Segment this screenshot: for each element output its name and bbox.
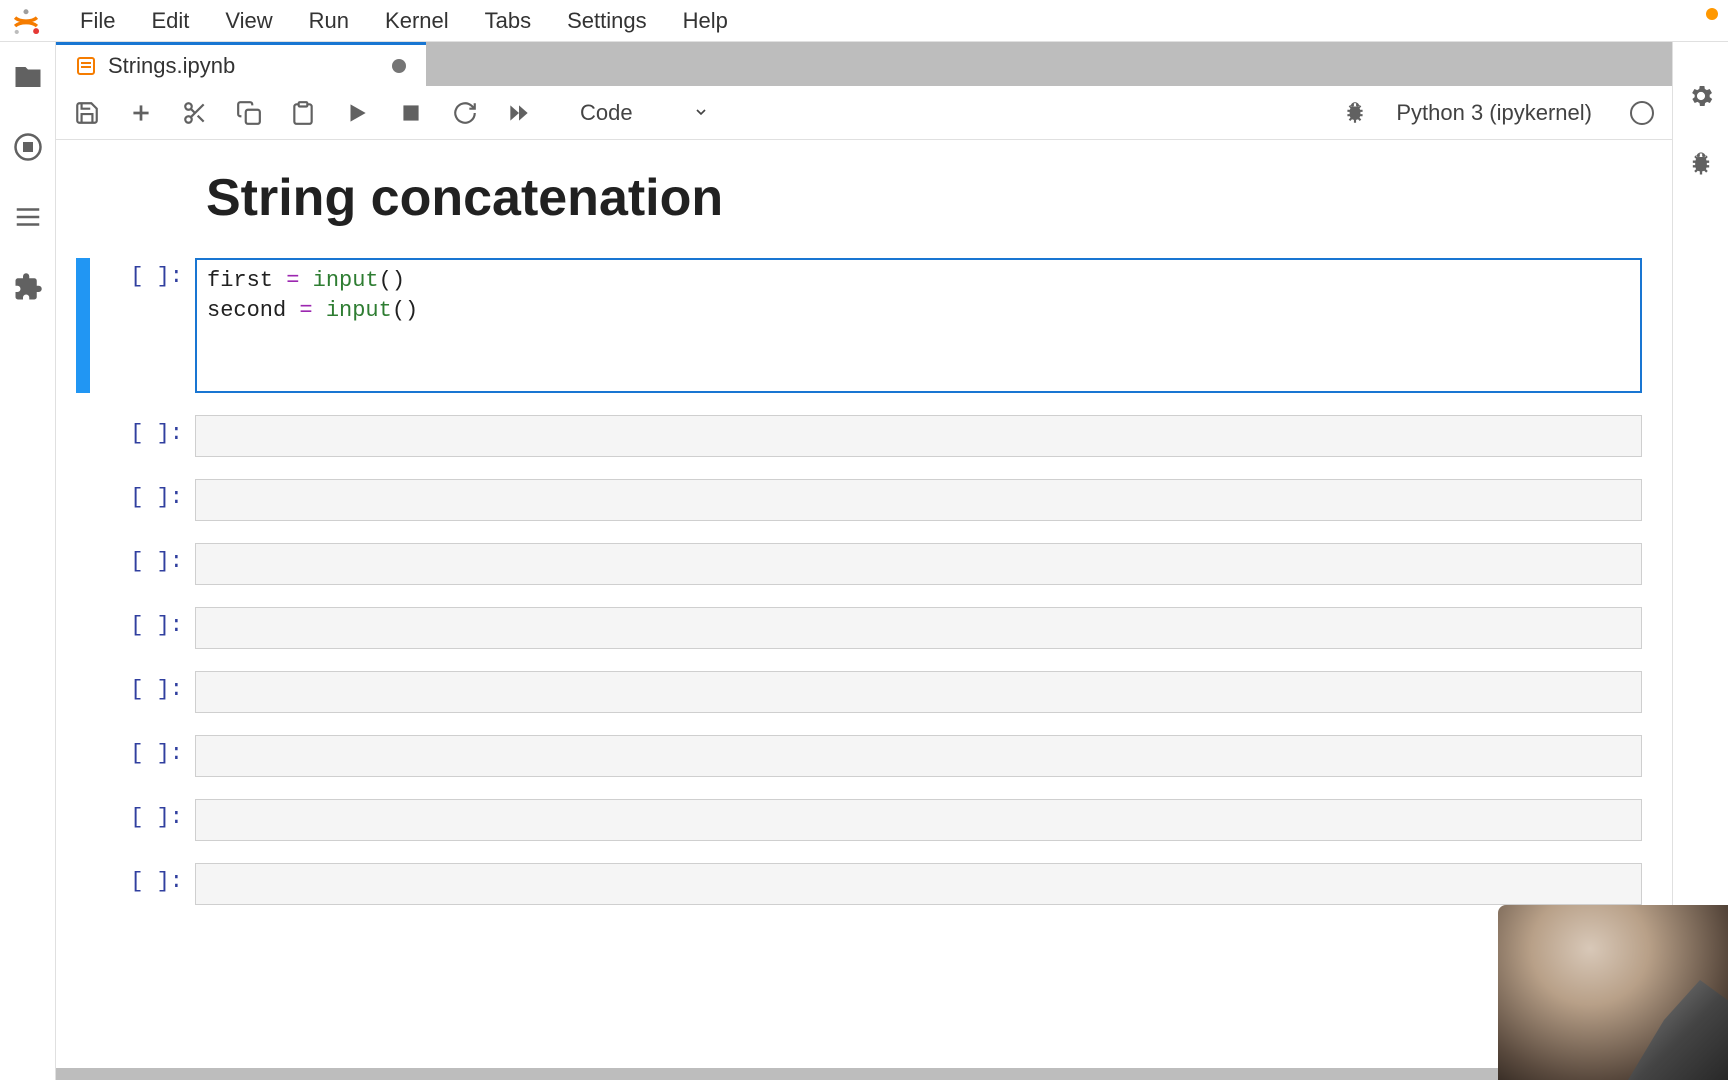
left-sidebar	[0, 42, 56, 1080]
cell-type-dropdown[interactable]: Code	[570, 96, 719, 130]
code-cell[interactable]: [ ]:	[76, 607, 1642, 649]
cell-type-value: Code	[580, 100, 633, 126]
menu-view[interactable]: View	[207, 0, 290, 42]
code-editor[interactable]	[195, 415, 1642, 457]
folder-icon[interactable]	[13, 62, 43, 92]
cell-prompt: [ ]:	[90, 543, 195, 585]
notebook-icon	[76, 56, 96, 76]
markdown-heading: String concatenation	[206, 168, 1642, 228]
menu-settings[interactable]: Settings	[549, 0, 665, 42]
restart-button[interactable]	[452, 100, 478, 126]
run-all-button[interactable]	[506, 100, 532, 126]
menu-items: File Edit View Run Kernel Tabs Settings …	[62, 0, 746, 42]
running-icon[interactable]	[13, 132, 43, 162]
code-token: second	[207, 298, 286, 323]
code-editor[interactable]: first = input() second = input()	[195, 258, 1642, 393]
jupyter-logo-icon	[10, 5, 42, 37]
code-token: =	[299, 298, 312, 323]
run-button[interactable]	[344, 100, 370, 126]
cell-prompt: [ ]:	[90, 799, 195, 841]
notebook-toolbar: Code Python 3 (ipykernel)	[56, 86, 1672, 140]
chevron-down-icon	[693, 100, 709, 126]
code-cell[interactable]: [ ]:	[76, 799, 1642, 841]
notebook-tab[interactable]: Strings.ipynb	[56, 42, 426, 86]
paste-button[interactable]	[290, 100, 316, 126]
debugger-panel-icon[interactable]	[1687, 150, 1715, 178]
menu-file[interactable]: File	[62, 0, 133, 42]
extensions-icon[interactable]	[13, 272, 43, 302]
copy-button[interactable]	[236, 100, 262, 126]
cut-button[interactable]	[182, 100, 208, 126]
kernel-name[interactable]: Python 3 (ipykernel)	[1396, 100, 1592, 126]
unsaved-indicator-icon	[392, 59, 406, 73]
code-token: input	[313, 268, 379, 293]
cell-prompt: [ ]:	[90, 415, 195, 457]
menu-edit[interactable]: Edit	[133, 0, 207, 42]
code-cell[interactable]: [ ]:	[76, 543, 1642, 585]
cell-prompt: [ ]:	[90, 671, 195, 713]
code-cell[interactable]: [ ]:	[76, 735, 1642, 777]
tab-title: Strings.ipynb	[108, 53, 235, 79]
code-cell[interactable]: [ ]:	[76, 863, 1642, 905]
code-cell[interactable]: [ ]:	[76, 479, 1642, 521]
cell-prompt: [ ]:	[90, 607, 195, 649]
cell-prompt: [ ]:	[90, 735, 195, 777]
code-editor[interactable]	[195, 735, 1642, 777]
tab-bar: Strings.ipynb	[56, 42, 1672, 86]
property-inspector-icon[interactable]	[1687, 82, 1715, 110]
notebook-body[interactable]: String concatenation [ ]: first = input(…	[56, 140, 1672, 1080]
code-token: input	[326, 298, 392, 323]
code-cell[interactable]: [ ]:	[76, 671, 1642, 713]
menu-kernel[interactable]: Kernel	[367, 0, 467, 42]
add-cell-button[interactable]	[128, 100, 154, 126]
toc-icon[interactable]	[13, 202, 43, 232]
code-editor[interactable]	[195, 671, 1642, 713]
menu-help[interactable]: Help	[665, 0, 746, 42]
code-editor[interactable]	[195, 543, 1642, 585]
cell-prompt: [ ]:	[90, 479, 195, 521]
code-token: first	[207, 268, 273, 293]
code-editor[interactable]	[195, 863, 1642, 905]
cell-prompt: [ ]:	[90, 863, 195, 905]
kernel-status-icon[interactable]	[1630, 101, 1654, 125]
debugger-button[interactable]	[1342, 100, 1368, 126]
menu-tabs[interactable]: Tabs	[467, 0, 549, 42]
code-token: =	[286, 268, 299, 293]
code-editor[interactable]	[195, 479, 1642, 521]
status-bar	[56, 1068, 1672, 1080]
code-token: ()	[392, 298, 418, 323]
code-cell[interactable]: [ ]:	[76, 415, 1642, 457]
stop-button[interactable]	[398, 100, 424, 126]
code-token: ()	[379, 268, 405, 293]
webcam-overlay	[1498, 905, 1728, 1080]
cell-gutter	[76, 258, 90, 393]
cell-prompt: [ ]:	[90, 258, 195, 393]
menu-run[interactable]: Run	[291, 0, 367, 42]
save-button[interactable]	[74, 100, 100, 126]
code-cell-active[interactable]: [ ]: first = input() second =	[76, 258, 1642, 393]
code-editor[interactable]	[195, 799, 1642, 841]
menu-bar: File Edit View Run Kernel Tabs Settings …	[0, 0, 1728, 42]
code-editor[interactable]	[195, 607, 1642, 649]
window-control-dot	[1706, 8, 1718, 20]
